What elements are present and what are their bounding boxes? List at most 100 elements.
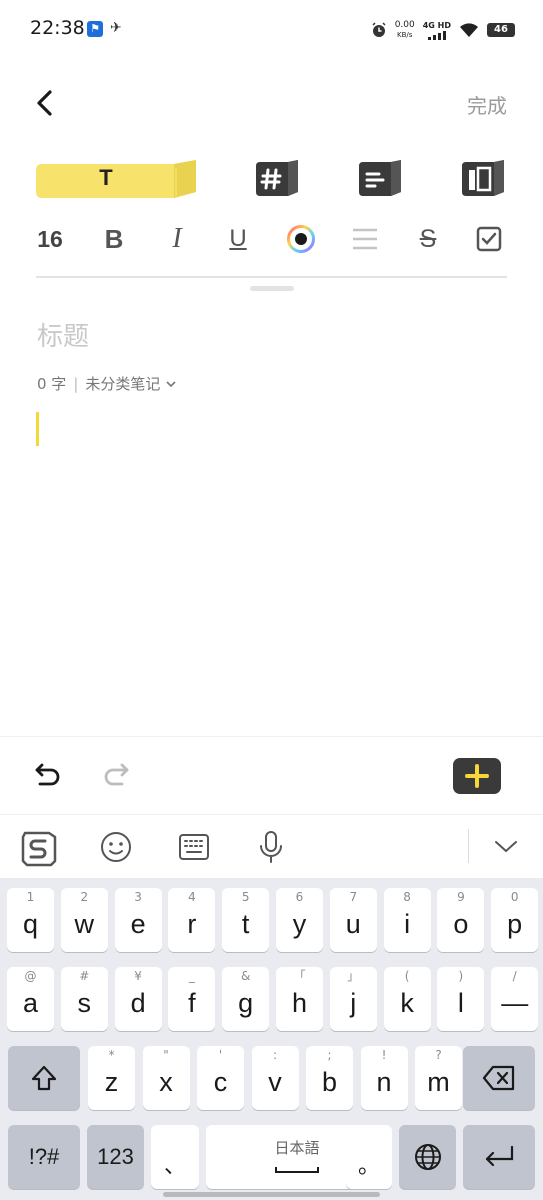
category-selector[interactable]: 未分类笔记: [85, 373, 160, 394]
key-hint: 1: [26, 890, 35, 904]
key-e[interactable]: 3e: [114, 888, 162, 952]
key-k[interactable]: (k: [383, 967, 431, 1031]
panel-drag-handle[interactable]: [250, 286, 294, 291]
redo-button[interactable]: [100, 759, 132, 791]
key-m[interactable]: ? m: [415, 1046, 462, 1110]
redo-icon: [104, 763, 129, 786]
key-u[interactable]: 7u: [329, 888, 377, 952]
key-hint: _: [188, 969, 195, 983]
key-hint: 0: [510, 890, 519, 904]
key-d[interactable]: ¥ d: [114, 967, 162, 1031]
emoji-icon: [101, 832, 131, 862]
key-label: n: [376, 1067, 392, 1097]
key-c[interactable]: ' c: [197, 1046, 244, 1110]
chevron-down-icon[interactable]: [164, 377, 178, 391]
key-hint: 2: [80, 890, 89, 904]
key-label: z: [104, 1067, 119, 1097]
shift-icon: [31, 1065, 57, 1091]
language-key[interactable]: [399, 1125, 456, 1189]
key-hint: 8: [403, 890, 411, 904]
key-i[interactable]: 8i: [383, 888, 431, 952]
enter-key[interactable]: [463, 1125, 535, 1189]
key-hint: 3: [134, 890, 142, 904]
italic-button[interactable]: I: [161, 220, 193, 258]
voice-input-button[interactable]: [253, 829, 293, 865]
net-speed: 0.00 KB/s: [394, 20, 415, 39]
key-hint: 「: [293, 969, 306, 983]
key-z[interactable]: * z: [88, 1046, 135, 1110]
key-b[interactable]: ; b: [306, 1046, 353, 1110]
key-hint: 9: [457, 890, 465, 904]
back-button[interactable]: [30, 84, 64, 122]
app-notification-icon-2: ✈: [110, 20, 122, 36]
word-count: 0 字: [37, 375, 67, 393]
keyboard-icon: [179, 834, 209, 860]
key-hint: ¥: [134, 969, 142, 983]
key-t[interactable]: 5t: [222, 888, 270, 952]
key-a[interactable]: @ a: [7, 967, 54, 1031]
comma-key[interactable]: 、: [151, 1125, 199, 1189]
key-j[interactable]: 」 j: [329, 967, 377, 1031]
key-label: m: [427, 1067, 450, 1097]
key-o[interactable]: 9o: [437, 888, 485, 952]
undo-button[interactable]: [32, 759, 64, 791]
checkbox-button[interactable]: [474, 220, 504, 258]
done-button[interactable]: 完成: [467, 90, 507, 119]
style-tab-heading[interactable]: [256, 158, 300, 196]
toolbar-divider: [36, 276, 507, 278]
style-tab-text[interactable]: T: [36, 158, 198, 198]
text-color-button[interactable]: [284, 220, 318, 258]
wifi-icon: [460, 23, 478, 37]
key-label: y: [292, 909, 307, 939]
symbols-key[interactable]: !?#: [8, 1125, 80, 1189]
key-f[interactable]: _ f: [168, 967, 216, 1031]
keyboard-switch-button[interactable]: [176, 829, 216, 865]
key-y[interactable]: 6y: [276, 888, 323, 952]
bold-button[interactable]: B: [98, 220, 130, 258]
keyboard: 1q2w3e4r5t6y7u8i9o0p @ a # s ¥ d _ f & g 「h」 j(k) l /…: [0, 878, 543, 1200]
period-key[interactable]: 。: [346, 1125, 392, 1189]
underline-button[interactable]: U: [222, 220, 254, 258]
color-picker-icon: [287, 225, 315, 253]
title-input[interactable]: 标题: [37, 316, 89, 353]
align-button[interactable]: [350, 220, 380, 258]
emoji-button[interactable]: [98, 829, 138, 865]
key-hint: ?: [435, 1048, 442, 1062]
key-q[interactable]: 1q: [7, 888, 54, 952]
key-w[interactable]: 2w: [60, 888, 108, 952]
key-x[interactable]: " x: [142, 1046, 190, 1110]
style-tab-paragraph[interactable]: [359, 158, 403, 196]
ime-logo-button[interactable]: [19, 829, 59, 867]
key-hint: 」: [347, 969, 360, 983]
key-label: s: [77, 988, 92, 1018]
key-label: c: [213, 1067, 228, 1097]
key-hint: &: [241, 969, 251, 983]
key-g[interactable]: & g: [222, 967, 270, 1031]
shift-key[interactable]: [8, 1046, 80, 1110]
key-v[interactable]: :v: [251, 1046, 299, 1110]
key-label: r: [187, 909, 197, 939]
strikethrough-button[interactable]: S: [412, 220, 444, 258]
key-label: e: [130, 909, 146, 939]
style-tabs: T: [36, 156, 506, 198]
status-indicators: 0.00 KB/s 4G HD 46: [371, 18, 515, 42]
key-r[interactable]: 4r: [168, 888, 216, 952]
font-size-button[interactable]: 16: [34, 220, 66, 258]
key-l[interactable]: ) l: [437, 967, 485, 1031]
key-hint: ": [163, 1048, 169, 1062]
style-tab-layout[interactable]: [462, 158, 506, 196]
add-button[interactable]: [453, 758, 501, 794]
collapse-keyboard-button[interactable]: [488, 829, 528, 865]
key-p[interactable]: 0p: [491, 888, 539, 952]
key-s[interactable]: # s: [60, 967, 108, 1031]
back-arrow-icon: [37, 90, 52, 116]
key-n[interactable]: ! n: [360, 1046, 408, 1110]
key-label: v: [268, 1067, 282, 1097]
key-—[interactable]: / —: [491, 967, 539, 1031]
backspace-key[interactable]: [463, 1046, 535, 1110]
numbers-key[interactable]: 123: [87, 1125, 144, 1189]
key-label: b: [321, 1067, 338, 1097]
key-h[interactable]: 「h: [276, 967, 323, 1031]
key-hint: (: [404, 969, 410, 983]
key-hint: ;: [327, 1048, 332, 1062]
